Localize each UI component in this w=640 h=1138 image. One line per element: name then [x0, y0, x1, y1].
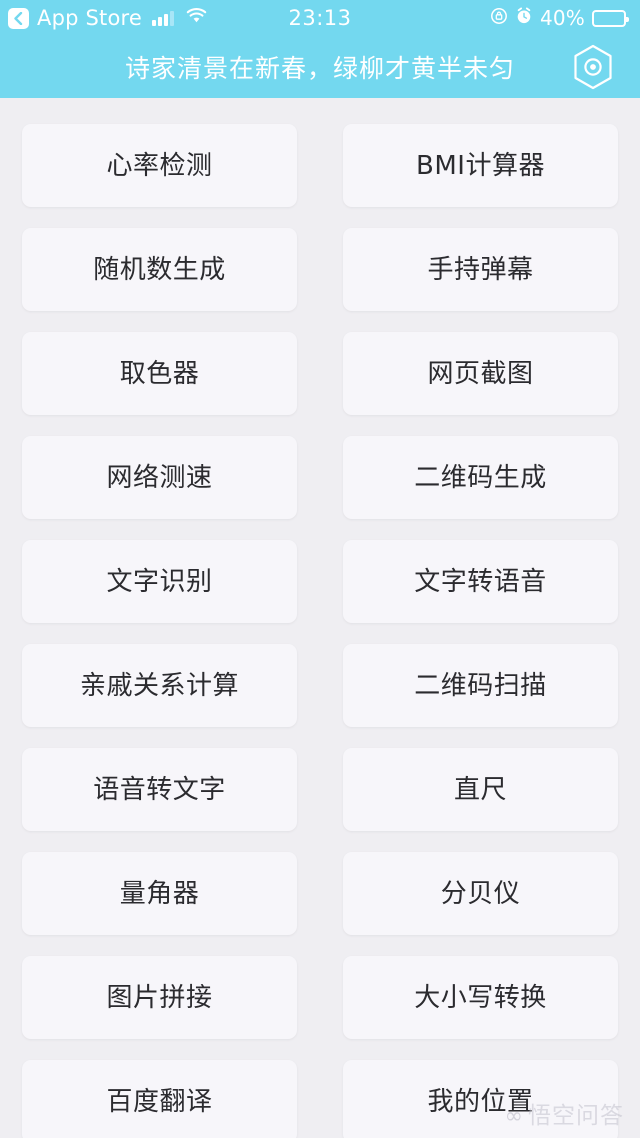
tool-tile[interactable]: 手持弹幕: [343, 228, 618, 311]
tool-tile-label: 手持弹幕: [427, 254, 534, 285]
tool-tile-label: 图片拼接: [106, 982, 213, 1013]
page-title: 诗家清景在新春，绿柳才黄半未匀: [124, 54, 515, 83]
status-bar-left: App Store: [8, 6, 490, 30]
tool-tile-label: 语音转文字: [93, 774, 226, 805]
wifi-icon: [186, 8, 207, 28]
tool-tile-label: 网络测速: [106, 462, 213, 493]
rotation-lock-icon: [490, 7, 508, 29]
tool-tile-label: 取色器: [119, 358, 200, 389]
tool-tile[interactable]: 文字识别: [22, 540, 297, 623]
tool-tile-label: 网页截图: [427, 358, 534, 389]
tool-tile[interactable]: BMI计算器: [343, 124, 618, 207]
tool-tile-label: 大小写转换: [414, 982, 547, 1013]
tool-tile-label: 随机数生成: [93, 254, 226, 285]
tool-tile-label: 我的位置: [427, 1086, 534, 1117]
tool-tile[interactable]: 网页截图: [343, 332, 618, 415]
tool-tile-label: BMI计算器: [416, 150, 545, 181]
tool-tile[interactable]: 网络测速: [22, 436, 297, 519]
tool-tile[interactable]: 随机数生成: [22, 228, 297, 311]
tool-tile-label: 直尺: [453, 774, 507, 805]
phone-screen: App Store 23:13 40% 诗家清景在新春，绿柳才黄半未匀 心率检测…: [0, 0, 640, 1138]
back-app-label[interactable]: App Store: [37, 6, 142, 30]
status-bar: App Store 23:13 40%: [0, 0, 640, 36]
tool-tile-label: 文字转语音: [414, 566, 547, 597]
tool-tile[interactable]: 文字转语音: [343, 540, 618, 623]
chevron-left-icon[interactable]: [8, 7, 29, 29]
tool-tile[interactable]: 心率检测: [22, 124, 297, 207]
hexagon-camera-icon[interactable]: [570, 44, 616, 90]
status-bar-right: 40%: [490, 6, 629, 30]
tool-tile-label: 文字识别: [106, 566, 213, 597]
tool-tile-label: 二维码扫描: [414, 670, 547, 701]
tool-tile[interactable]: 二维码扫描: [343, 644, 618, 727]
cellular-signal-icon: [152, 10, 175, 26]
tool-tile-label: 分贝仪: [440, 878, 521, 909]
tool-tile[interactable]: 图片拼接: [22, 956, 297, 1039]
tool-tile[interactable]: 百度翻译: [22, 1060, 297, 1138]
tool-tile-label: 二维码生成: [414, 462, 547, 493]
app-header: 诗家清景在新春，绿柳才黄半未匀: [0, 36, 640, 98]
battery-percent-label: 40%: [539, 6, 585, 30]
tool-tile[interactable]: 亲戚关系计算: [22, 644, 297, 727]
tool-tile[interactable]: 二维码生成: [343, 436, 618, 519]
tool-tile-label: 亲戚关系计算: [79, 670, 239, 701]
tool-tile-label: 心率检测: [106, 150, 213, 181]
tool-tile[interactable]: 大小写转换: [343, 956, 618, 1039]
tool-tile[interactable]: 量角器: [22, 852, 297, 935]
alarm-clock-icon: [515, 7, 533, 29]
tool-tile[interactable]: 语音转文字: [22, 748, 297, 831]
tool-tile[interactable]: 直尺: [343, 748, 618, 831]
tool-tile[interactable]: 分贝仪: [343, 852, 618, 935]
tool-tile[interactable]: 取色器: [22, 332, 297, 415]
tool-tile-label: 量角器: [119, 878, 200, 909]
tool-grid: 心率检测 BMI计算器随机数生成 手持弹幕取色器 网页截图网络测速 二维码生成文字识别 文…: [0, 98, 640, 1138]
tool-tile[interactable]: 我的位置: [343, 1060, 618, 1138]
tool-tile-label: 百度翻译: [106, 1086, 213, 1117]
battery-icon: [592, 9, 629, 27]
